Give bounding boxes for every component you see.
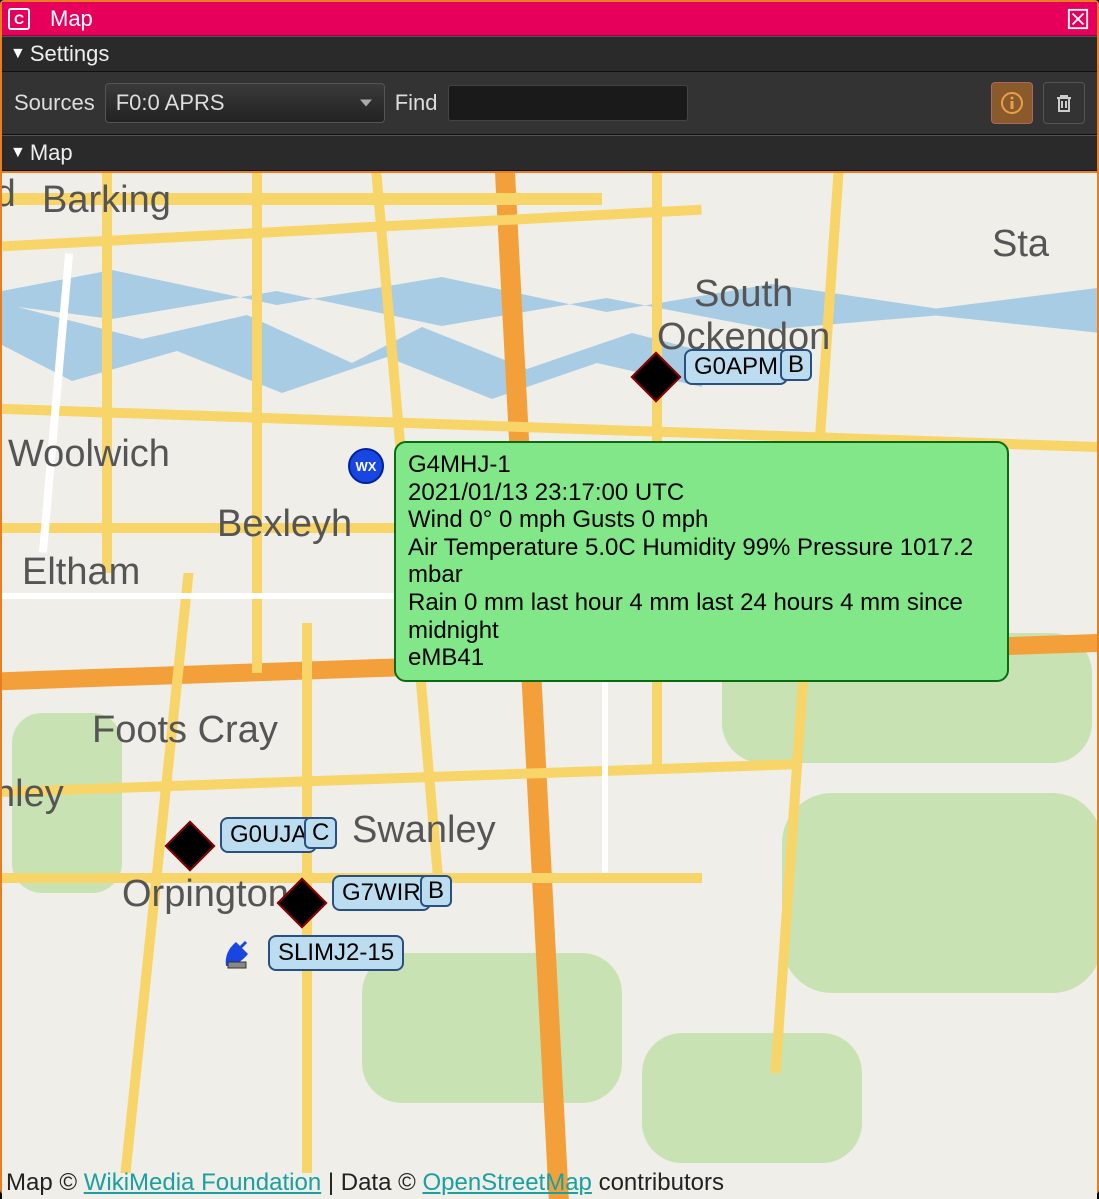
tooltip-timestamp: 2021/01/13 23:17:00 UTC [408, 479, 995, 507]
attr-suffix: contributors [592, 1169, 724, 1196]
tooltip-extra: eMB41 [408, 644, 995, 672]
ssid-badge-g0uja[interactable]: C [304, 817, 337, 849]
diamond-icon [277, 878, 328, 929]
map-canvas[interactable]: rd Barking Sta South Ockendon Woolwich B… [2, 171, 1097, 1199]
sources-label: Sources [14, 90, 95, 116]
settings-header[interactable]: ▼ Settings [2, 36, 1097, 72]
find-label: Find [395, 90, 438, 116]
info-button[interactable] [991, 82, 1033, 124]
diamond-icon [165, 821, 216, 872]
settings-header-label: Settings [30, 41, 110, 67]
close-button[interactable] [1065, 6, 1091, 32]
attr-mid: | Data © [321, 1169, 422, 1196]
callsign-badge-g0apm[interactable]: G0APM [684, 349, 788, 385]
titlebar: C Map [2, 2, 1097, 36]
station-marker-wx[interactable]: WX [348, 448, 384, 484]
triangle-down-icon: ▼ [10, 144, 26, 162]
delete-button[interactable] [1043, 82, 1085, 124]
app-icon: C [8, 8, 30, 30]
tooltip-rain: Rain 0 mm last hour 4 mm last 24 hours 4… [408, 589, 995, 644]
close-icon [1067, 8, 1089, 30]
map-header[interactable]: ▼ Map [2, 135, 1097, 171]
attr-prefix: Map © [6, 1169, 84, 1196]
tooltip-atmos: Air Temperature 5.0C Humidity 99% Pressu… [408, 534, 995, 589]
diamond-icon [631, 352, 682, 403]
triangle-down-icon: ▼ [10, 45, 26, 63]
ssid-badge-g0apm[interactable]: B [780, 349, 812, 381]
wikimedia-link[interactable]: WikiMedia Foundation [84, 1169, 321, 1196]
station-marker-g0uja[interactable] [172, 828, 208, 864]
station-marker-g7wir[interactable] [284, 885, 320, 921]
map-attribution: Map © WikiMedia Foundation | Data © Open… [6, 1169, 724, 1197]
ssid-badge-g7wir[interactable]: B [420, 875, 452, 907]
station-marker-g0apm[interactable] [638, 359, 674, 395]
station-marker-slimj2[interactable] [222, 936, 256, 975]
tooltip-wind: Wind 0° 0 mph Gusts 0 mph [408, 506, 995, 534]
callsign-badge-g7wir[interactable]: G7WIR [332, 875, 431, 911]
tooltip-callsign: G4MHJ-1 [408, 451, 995, 479]
osm-link[interactable]: OpenStreetMap [422, 1169, 591, 1196]
wx-icon: WX [348, 448, 384, 484]
settings-panel: Sources F0:0 APRS Find [2, 72, 1097, 135]
find-input[interactable] [448, 85, 688, 121]
trash-icon [1052, 91, 1076, 115]
map-background [2, 173, 1097, 1199]
map-header-label: Map [30, 140, 73, 166]
sources-dropdown[interactable]: F0:0 APRS [105, 83, 385, 123]
callsign-badge-slimj2[interactable]: SLIMJ2-15 [268, 935, 404, 971]
callsign-badge-g0uja[interactable]: G0UJA [220, 817, 317, 853]
info-icon [1000, 91, 1024, 115]
station-tooltip: G4MHJ-1 2021/01/13 23:17:00 UTC Wind 0° … [394, 441, 1009, 682]
satellite-dish-icon [222, 936, 256, 970]
window-title: Map [50, 6, 1065, 32]
